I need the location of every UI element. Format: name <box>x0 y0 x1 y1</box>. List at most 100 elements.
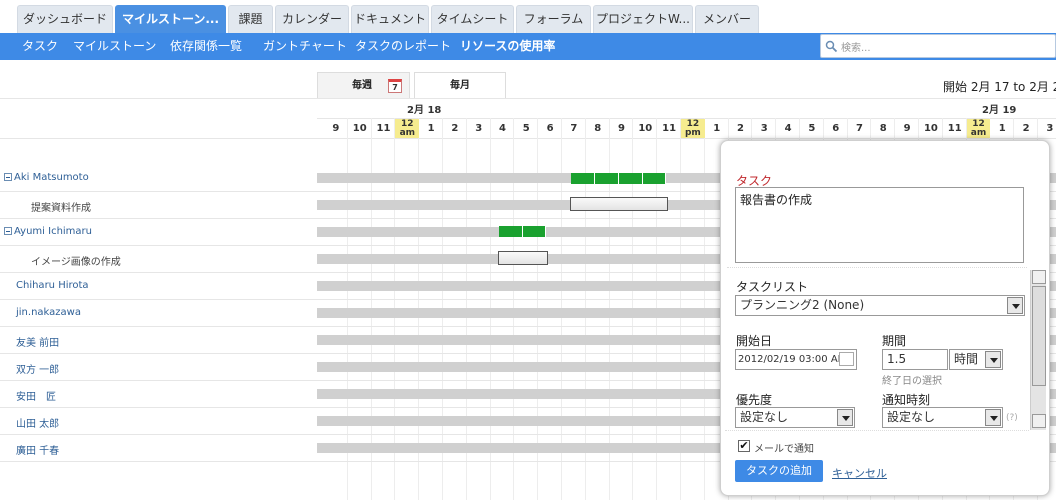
busy-slot <box>643 173 666 184</box>
popup-scrollbar[interactable] <box>1030 270 1046 430</box>
notify-time-value: 設定なし <box>887 410 936 424</box>
hour-label: 1 <box>713 123 721 134</box>
scroll-thumb[interactable] <box>1032 286 1046 386</box>
hour-label: 2 <box>451 123 459 134</box>
tab-timesheet[interactable]: タイムシート <box>431 5 514 33</box>
chevron-down-icon <box>837 409 853 426</box>
hour-label: 3 <box>475 123 483 134</box>
hour-label: 10 <box>923 123 938 134</box>
divider <box>727 267 1027 268</box>
duration-input[interactable]: 1.5 <box>882 349 948 370</box>
hour-label: 1 <box>427 123 435 134</box>
help-icon[interactable]: (?) <box>1006 413 1018 423</box>
search-icon <box>825 40 838 53</box>
select-end-date-link[interactable]: 終了日の選択 <box>882 372 942 387</box>
task-name-textarea[interactable]: 報告書の作成 <box>735 187 1024 263</box>
tab-project-wiki[interactable]: プロジェクトW... <box>593 5 693 33</box>
divider <box>725 430 1029 431</box>
tasklist-select[interactable]: プランニング2 (None) <box>735 295 1025 316</box>
subtab-dependencies[interactable]: 依存関係一覧 <box>170 33 242 60</box>
chevron-down-icon <box>985 409 1001 426</box>
busy-slot <box>499 226 523 237</box>
view-tab-weekly-label: 毎週 <box>352 80 372 91</box>
resource-name[interactable]: 山田 太郎 <box>16 415 59 430</box>
hour-label: 10 <box>352 123 367 134</box>
add-task-popup: タスク 報告書の作成 タスクリスト プランニング2 (None) 開始日 201… <box>720 140 1050 496</box>
timeline-top-border <box>0 98 1056 99</box>
resource-name[interactable]: Aki Matsumoto <box>4 172 89 183</box>
email-notify-label: メールで通知 <box>754 444 814 455</box>
tab-milestones[interactable]: マイルストーン... <box>115 5 226 33</box>
tab-dashboard[interactable]: ダッシュボード <box>17 5 113 33</box>
view-tab-monthly[interactable]: 毎月 <box>414 72 506 99</box>
top-nav: ダッシュボード マイルストーン... 課題 カレンダー ドキュメント タイムシー… <box>0 0 1056 33</box>
hour-label: 9 <box>618 123 625 134</box>
tab-issues[interactable]: 課題 <box>228 5 273 33</box>
subtab-gantt[interactable]: ガントチャート <box>263 33 347 60</box>
hour-label: 7 <box>570 123 578 134</box>
hour-label: 4 <box>784 123 792 134</box>
collapse-icon[interactable] <box>4 173 12 181</box>
busy-slot <box>571 173 595 184</box>
duration-unit-select[interactable]: 時間 <box>949 349 1003 370</box>
search-box[interactable]: 検索... <box>820 34 1056 58</box>
cancel-link[interactable]: キャンセル <box>832 465 887 481</box>
hour-label: 12 am <box>966 119 991 138</box>
priority-select[interactable]: 設定なし <box>735 407 855 428</box>
tab-calendar[interactable]: カレンダー <box>275 5 349 33</box>
hour-label: 4 <box>499 123 506 134</box>
resource-name[interactable]: 双方 一郎 <box>16 361 59 376</box>
tab-forum[interactable]: フォーラム <box>516 5 591 33</box>
calendar-picker-icon[interactable] <box>839 352 854 366</box>
date-range-label: 開始 2月 17 to 2月 2 <box>943 80 1056 94</box>
view-tab-weekly[interactable]: 毎週 7 <box>317 72 410 99</box>
subtab-milestones[interactable]: マイルストーン <box>73 33 156 60</box>
calendar-icon: 7 <box>388 79 402 93</box>
start-date-label: 開始日 <box>736 334 773 348</box>
hour-label: 11 <box>947 123 962 134</box>
day-label: 2月 19 <box>982 105 1017 116</box>
duration-unit-value: 時間 <box>954 352 979 366</box>
task-bar[interactable] <box>498 251 548 265</box>
hour-label: 9 <box>903 123 911 134</box>
scroll-down-arrow[interactable] <box>1032 414 1046 428</box>
tab-documents[interactable]: ドキュメント <box>351 5 429 33</box>
hour-label: 2 <box>737 123 744 134</box>
tab-members[interactable]: メンバー <box>695 5 759 33</box>
hour-label: 10 <box>638 123 653 134</box>
subtab-resource-usage[interactable]: リソースの使用率 <box>460 33 555 60</box>
row-label-text: 双方 一郎 <box>16 365 60 376</box>
resource-name[interactable]: 安田 匠 <box>16 388 56 403</box>
add-task-button[interactable]: タスクの追加 <box>735 460 823 482</box>
busy-slot <box>619 173 643 184</box>
subtab-task-report[interactable]: タスクのレポート <box>355 33 451 60</box>
priority-value: 設定なし <box>740 410 789 424</box>
hour-label: 2 <box>1022 123 1030 134</box>
notify-time-select[interactable]: 設定なし <box>882 407 1003 428</box>
resource-name[interactable]: 友美 前田 <box>16 334 59 349</box>
row-label-text: jin.nakazawa <box>16 307 81 318</box>
row-label-text: 廣田 千春 <box>16 446 60 457</box>
resource-name[interactable]: Chiharu Hirota <box>16 280 89 291</box>
hour-label: 11 <box>376 123 391 134</box>
collapse-icon[interactable] <box>4 227 12 235</box>
subtab-tasks[interactable]: タスク <box>22 33 58 60</box>
busy-slot <box>595 173 619 184</box>
duration-label: 期間 <box>882 334 907 348</box>
start-date-input[interactable]: 2012/02/19 03:00 AM <box>735 349 857 370</box>
priority-label: 優先度 <box>736 393 773 407</box>
hour-label: 6 <box>546 123 554 134</box>
row-label-text: イメージ画像の作成 <box>31 257 121 268</box>
resource-name[interactable]: Ayumi Ichimaru <box>4 226 92 237</box>
task-bar[interactable] <box>570 197 668 211</box>
row-label-text: 山田 太郎 <box>16 419 60 430</box>
email-notify-checkbox[interactable]: ✔ <box>738 440 750 452</box>
resource-name[interactable]: jin.nakazawa <box>16 307 81 318</box>
hour-label: 1 <box>998 123 1006 134</box>
scroll-up-arrow[interactable] <box>1032 270 1046 284</box>
resource-name[interactable]: 廣田 千春 <box>16 442 59 457</box>
chevron-down-icon <box>1007 297 1023 314</box>
search-input[interactable]: 検索... <box>841 39 871 54</box>
row-label-text: Aki Matsumoto <box>14 172 89 183</box>
hour-label: 5 <box>808 123 816 134</box>
